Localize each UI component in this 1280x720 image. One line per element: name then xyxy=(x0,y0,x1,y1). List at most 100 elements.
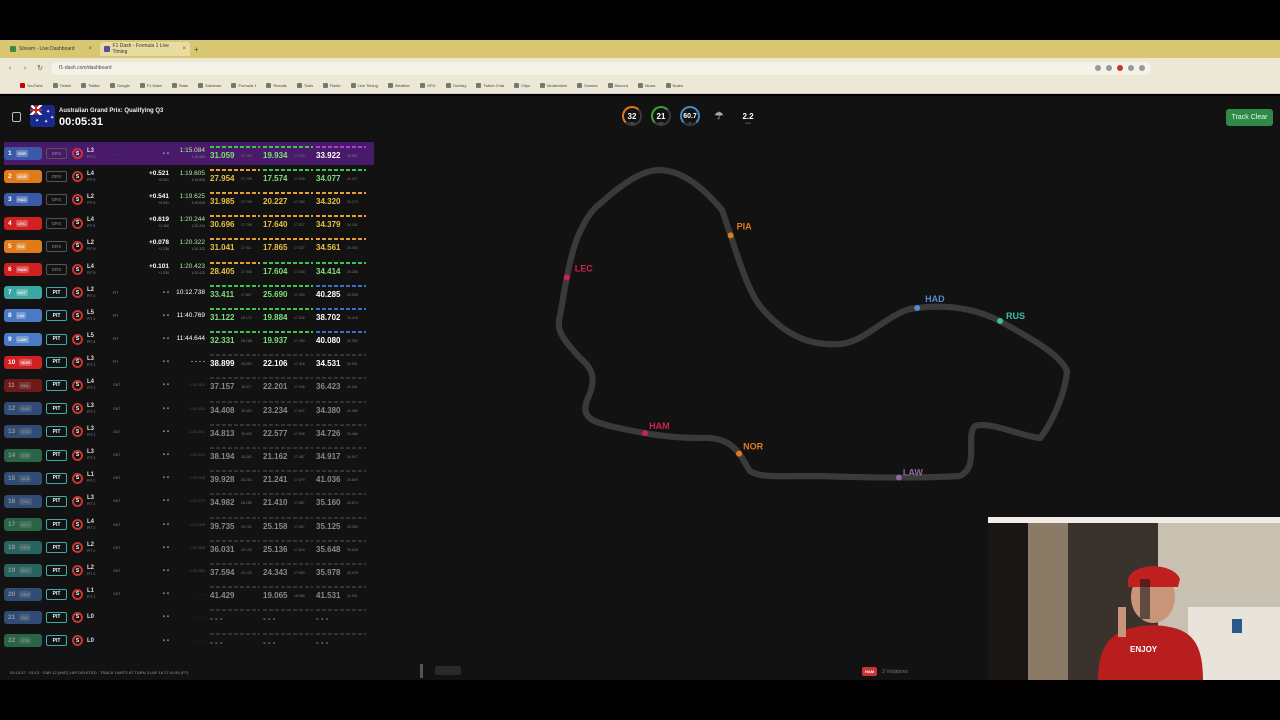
driver-row[interactable]: 21 SAI PIT S L0- -- - - -- - -- - -- - - xyxy=(4,606,374,629)
bookmark-item[interactable]: Weather xyxy=(387,83,410,88)
bookmark-item[interactable]: Clips xyxy=(514,83,530,88)
driver-row[interactable]: 16 COL PIT S L3 PIT 2 OUT - - 1:21.270 34.982 28.1… xyxy=(4,490,374,513)
driver-row[interactable]: 14 STR PIT S L3 PIT 2 OUT - - 1:20.531 38.194 28.2… xyxy=(4,443,374,466)
extension-icon[interactable] xyxy=(1117,64,1123,71)
tyre-compound-icon: S xyxy=(72,588,83,600)
mini-sectors xyxy=(316,562,366,565)
mini-sectors xyxy=(210,423,260,426)
tyre-compound-icon: S xyxy=(72,171,83,183)
bookmark-item[interactable]: Twitch Chat xyxy=(476,83,504,88)
mini-sectors xyxy=(263,447,313,450)
sidebar-toggle-icon[interactable] xyxy=(12,112,21,122)
bookmark-item[interactable]: Twitch xyxy=(52,83,71,88)
browser-tab-active[interactable]: F1 Dash - Formula 1 Live Timing × xyxy=(100,42,190,56)
bookmark-item[interactable]: Discord xyxy=(607,83,628,88)
sector-times: 28.405 27.696 17.604 17.604 34.414 34.256 xyxy=(210,260,366,280)
sector-3: 40.080 34.352 xyxy=(316,329,366,349)
driver-row[interactable]: 22 STR PIT S L0- -- - - -- - -- - -- - - xyxy=(4,629,374,652)
mini-sectors xyxy=(316,400,366,403)
sector-1: 28.405 27.696 xyxy=(210,260,260,280)
extension-icon[interactable] xyxy=(1095,64,1101,71)
best-lap: 1:19.625 1:19.625 xyxy=(179,192,205,205)
driver-row[interactable]: 18 PER PIT S L2 PIT 2 OUT - - 1:22.858 36.031 29.1… xyxy=(4,536,374,559)
track-limits-violations: HAM 3 Violations xyxy=(862,667,908,676)
sector-2: 17.574 17.538 xyxy=(263,167,313,187)
driver-row[interactable]: 5 PIA DRS S L2 PIT 5 +0.078 +1.238 1:20.322 1:20.… xyxy=(4,235,374,258)
mini-sectors xyxy=(263,586,313,589)
car-marker xyxy=(736,450,743,457)
resize-handle[interactable] xyxy=(420,664,423,678)
driver-row[interactable]: 17 ALO PIT S L4 PIT 2 OUT - - 1:21.009 39.735 28.7… xyxy=(4,513,374,536)
wind-speed-gauge: 2.2 m/s xyxy=(742,111,754,126)
driver-code: HUL xyxy=(18,381,32,389)
bookmark-item[interactable]: Twitter xyxy=(81,83,100,88)
profile-icon[interactable] xyxy=(1139,64,1145,71)
track-map: LEC PIA HAD RUS HAM NOR LAW xyxy=(550,166,1080,496)
tyre-compound-icon: S xyxy=(72,333,83,345)
driver-row[interactable]: 4 LEC DRS S L4 PIT 5 +0.619 +1.160 1:20.244 1:20.… xyxy=(4,212,374,235)
bookmark-item[interactable]: YouTube xyxy=(20,83,43,88)
driver-row[interactable]: 11 HUL PIT S L4 PIT 2 OUT - - 1:20.302 37.157 28.3… xyxy=(4,374,374,397)
driver-row[interactable]: 20 VER PIT S L1 PIT 2 OUT - - - - - - 41.429 19.06… xyxy=(4,583,374,606)
driver-row[interactable]: 13 OCO PIT S L3 PIT 2 OUT - - 1:20.491 34.813 28.4… xyxy=(4,420,374,443)
close-tab-icon[interactable]: × xyxy=(88,46,92,52)
bookmark-favicon-icon xyxy=(540,83,546,88)
bookmark-item[interactable]: Live Timing xyxy=(350,83,378,88)
bookmark-item[interactable]: Radio xyxy=(323,83,341,88)
lap-count: L3 PIT 2 xyxy=(87,495,96,507)
driver-row[interactable]: 3 HAD DRS S L2 PIT 5 +0.541 +0.541 1:19.625 1:19.… xyxy=(4,188,374,211)
bookmark-favicon-icon xyxy=(109,83,115,88)
driver-row[interactable]: 6 HAM DRS S L4 PIT 5 +0.101 +1.339 1:20.423 1:20.… xyxy=(4,258,374,281)
driver-row[interactable]: 9 LAW PIT S L5 PIT 4 PIT - - 11:44.644 32.331 28.1… xyxy=(4,328,374,351)
sector-3: 35.648 35.648 xyxy=(316,538,366,558)
bookmark-favicon-icon xyxy=(665,83,671,88)
bookmark-item[interactable]: Notes xyxy=(665,83,683,88)
tyre-compound-icon: S xyxy=(72,565,83,577)
bookmark-item[interactable]: GPU xyxy=(419,83,436,88)
keyboard-shortcut-button[interactable] xyxy=(435,666,461,675)
bookmark-item[interactable]: Streamer xyxy=(198,83,221,88)
reload-icon[interactable]: ↻ xyxy=(36,64,44,72)
close-tab-icon[interactable]: × xyxy=(182,46,186,52)
tyre-compound-icon: S xyxy=(72,542,83,554)
track-map-svg: LEC PIA HAD RUS HAM NOR LAW xyxy=(550,166,1071,496)
bookmark-item[interactable]: Google xyxy=(109,83,130,88)
extension-icon[interactable] xyxy=(1106,64,1112,71)
driver-row[interactable]: 2 NOR DRS S L4 PIT 5 +0.521 +0.521 1:19.605 1:19.… xyxy=(4,165,374,188)
extension-icon[interactable] xyxy=(1128,64,1134,71)
mini-sectors xyxy=(316,609,366,612)
url-input[interactable]: f1-dash.com/dashboard xyxy=(51,61,1151,75)
best-lap: 1:21.270 xyxy=(189,498,205,504)
driver-row[interactable]: 1 VER DRS S L3 PIT 6 - - - - 1:15.084 1:15.084 31.… xyxy=(4,142,374,166)
bookmark-item[interactable]: Moderation xyxy=(540,83,567,88)
back-icon[interactable]: ‹ xyxy=(6,65,14,72)
driver-row[interactable]: 15 ALB PIT S L1 PIT 2 OUT - - 1:20.948 39.928 28.2… xyxy=(4,467,374,490)
track-temp-gauge: 32 TRC xyxy=(622,106,642,128)
bookmark-item[interactable]: Tools xyxy=(296,83,313,88)
mini-sectors xyxy=(263,284,313,287)
bookmark-favicon-icon xyxy=(139,83,145,88)
bookmark-favicon-icon xyxy=(476,83,482,88)
bookmark-item[interactable]: Music xyxy=(638,83,656,88)
driver-row[interactable]: 7 ANT PIT S L2 PIT 4 PIT - - 10:12.738 33.411 27.8… xyxy=(4,281,374,304)
mini-sectors xyxy=(263,539,313,542)
bookmark-item[interactable]: F1 Dash xyxy=(139,83,162,88)
track-status-badge[interactable]: Track Clear xyxy=(1226,109,1273,126)
new-tab-icon[interactable]: + xyxy=(194,45,204,54)
driver-code: PER xyxy=(19,544,32,552)
bookmark-item[interactable]: Formula 1 xyxy=(231,83,256,88)
bookmark-item[interactable]: Stats xyxy=(171,83,188,88)
sector-1: 34.408 28.482 xyxy=(210,399,260,419)
bookmark-item[interactable]: Scenes xyxy=(577,83,598,88)
mini-sectors xyxy=(210,586,260,589)
driver-row[interactable]: 10 BOR PIT S L3 PIT 2 PIT - - - - - - 38.899 28.26… xyxy=(4,351,374,374)
driver-row[interactable]: 12 GAS PIT S L3 PIT 2 OUT - - 1:20.531 34.408 28.4… xyxy=(4,397,374,420)
driver-row[interactable]: 19 BOT PIT S L2 PIT 2 OUT - - 1:23.350 37.594 29.1… xyxy=(4,559,374,582)
driver-row[interactable]: 8 LIN PIT S L5 PIT 4 PIT - - 11:40.769 31.122 28.1… xyxy=(4,304,374,327)
driver-code: PIA xyxy=(15,242,27,250)
browser-tab[interactable]: Stream - Live Dashboard × xyxy=(6,42,96,56)
bookmark-item[interactable]: Overlay xyxy=(445,83,466,88)
bookmark-item[interactable]: Results xyxy=(266,83,287,88)
interval: +0.619 +1.160 xyxy=(148,216,169,229)
forward-icon[interactable]: › xyxy=(21,65,29,72)
